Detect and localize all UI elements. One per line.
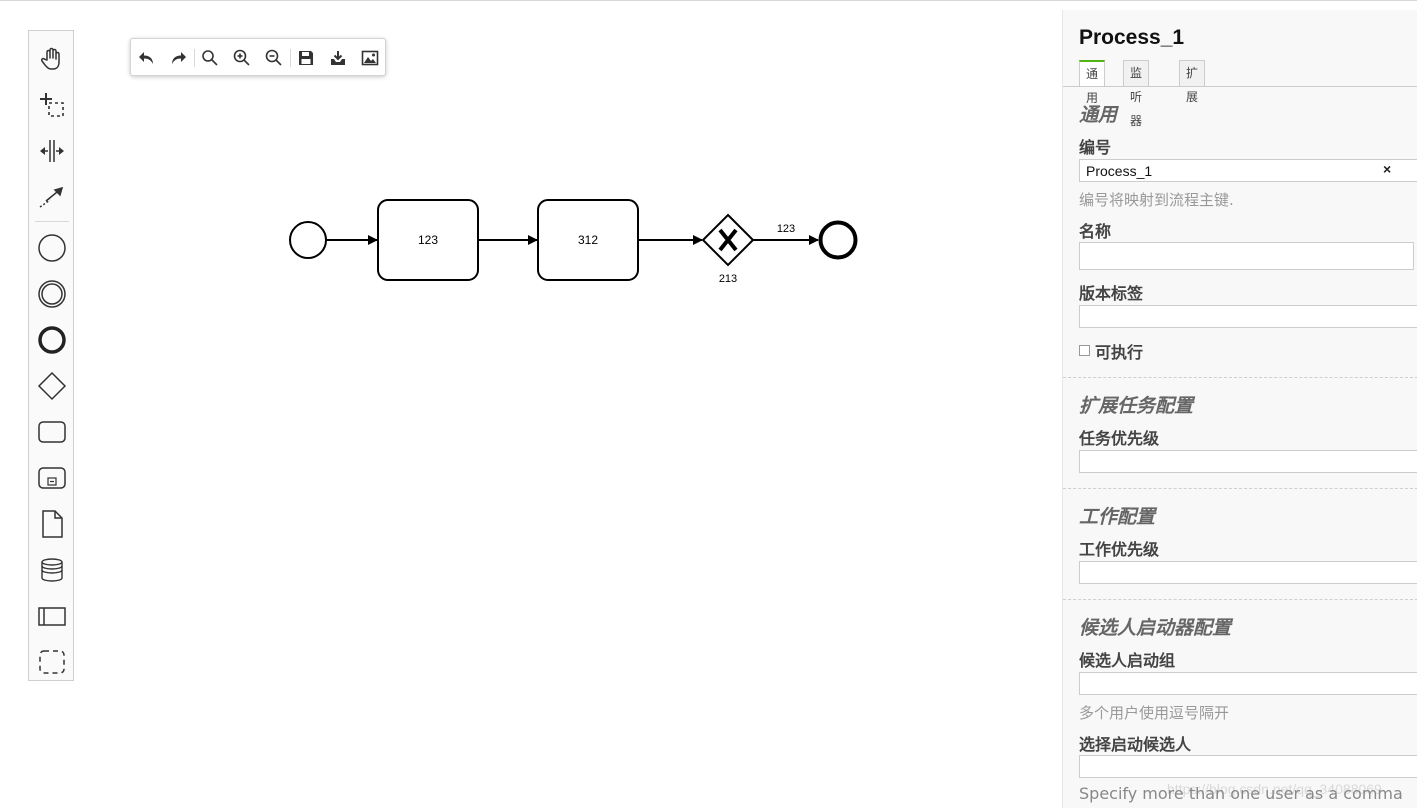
executable-label: 可执行 bbox=[1095, 343, 1144, 362]
id-hint: 编号将映射到流程主键. bbox=[1079, 191, 1234, 209]
intermediate-event-tool[interactable] bbox=[29, 274, 75, 314]
clear-id-button[interactable]: × bbox=[1383, 161, 1391, 177]
circle-icon bbox=[38, 234, 66, 262]
gateway-tool[interactable] bbox=[29, 366, 75, 406]
toolbar-separator bbox=[290, 49, 291, 67]
flow-label: 123 bbox=[777, 223, 795, 235]
start-event-tool[interactable] bbox=[29, 228, 75, 268]
image-icon bbox=[361, 50, 379, 66]
search-icon bbox=[202, 50, 218, 66]
lasso-tool-button[interactable] bbox=[29, 85, 75, 125]
save-icon bbox=[299, 51, 313, 65]
hand-icon bbox=[40, 47, 60, 70]
bpmn-canvas[interactable]: 123 312 213 123 bbox=[80, 80, 1060, 780]
dashed-rect-icon bbox=[39, 650, 65, 674]
job-priority-input[interactable] bbox=[1079, 561, 1417, 584]
toolbar-separator bbox=[194, 49, 195, 67]
candidate-users-input[interactable] bbox=[1079, 755, 1417, 778]
group-title-general: 通用 bbox=[1079, 104, 1118, 126]
subprocess-tool[interactable] bbox=[29, 458, 75, 498]
download-button[interactable] bbox=[327, 47, 349, 69]
group-divider bbox=[1063, 599, 1417, 600]
double-circle-icon bbox=[38, 280, 66, 308]
document-icon bbox=[42, 510, 63, 538]
task-2-label: 312 bbox=[578, 233, 598, 247]
group-title-job: 工作配置 bbox=[1079, 506, 1156, 528]
zoom-out-icon bbox=[265, 49, 282, 66]
top-divider bbox=[0, 0, 1417, 1]
task-priority-input[interactable] bbox=[1079, 450, 1417, 473]
version-tag-input[interactable] bbox=[1079, 305, 1417, 328]
tab-listeners[interactable]: 监听器 bbox=[1123, 60, 1150, 128]
end-event-tool[interactable] bbox=[29, 320, 75, 360]
save-button[interactable] bbox=[295, 47, 317, 69]
tool-palette bbox=[28, 30, 74, 681]
rounded-rect-icon bbox=[38, 421, 66, 443]
group-divider bbox=[1063, 488, 1417, 489]
space-tool-button[interactable] bbox=[29, 131, 75, 171]
group-title-external-task: 扩展任务配置 bbox=[1079, 395, 1194, 417]
version-tag-label: 版本标签 bbox=[1079, 284, 1144, 303]
tab-general[interactable]: 通用 bbox=[1079, 60, 1106, 105]
name-textarea[interactable] bbox=[1079, 242, 1414, 270]
name-label: 名称 bbox=[1079, 222, 1112, 241]
palette-separator bbox=[35, 221, 69, 222]
candidate-users-hint: Specify more than one user as a comma bbox=[1079, 784, 1403, 803]
search-button[interactable] bbox=[199, 47, 221, 69]
candidate-groups-label: 候选人启动组 bbox=[1079, 651, 1176, 670]
id-label: 编号 bbox=[1079, 138, 1112, 157]
participant-tool[interactable] bbox=[29, 596, 75, 636]
connect-icon bbox=[39, 186, 64, 208]
bold-circle-icon bbox=[38, 326, 66, 354]
candidate-groups-hint: 多个用户使用逗号隔开 bbox=[1079, 704, 1230, 722]
zoom-in-icon bbox=[233, 49, 250, 66]
export-image-button[interactable] bbox=[359, 47, 381, 69]
pool-icon bbox=[38, 607, 66, 626]
end-event[interactable] bbox=[818, 220, 858, 260]
properties-panel: Process_1 通用 监听器 扩展 通用 编号 × 编号将映射到流程主键. … bbox=[1062, 10, 1417, 808]
task-1-label: 123 bbox=[418, 233, 438, 247]
executable-checkbox[interactable] bbox=[1079, 345, 1090, 356]
database-icon bbox=[41, 558, 63, 582]
start-event[interactable] bbox=[289, 221, 327, 259]
data-store-tool[interactable] bbox=[29, 550, 75, 590]
task-tool[interactable] bbox=[29, 412, 75, 452]
gateway-label: 213 bbox=[719, 273, 737, 285]
task-priority-label: 任务优先级 bbox=[1079, 429, 1160, 448]
group-title-candidate-starter: 候选人启动器配置 bbox=[1079, 617, 1232, 639]
candidate-users-label: 选择启动候选人 bbox=[1079, 735, 1192, 754]
redo-button[interactable] bbox=[167, 47, 189, 69]
lasso-icon bbox=[40, 93, 64, 117]
zoom-in-button[interactable] bbox=[231, 47, 253, 69]
global-connect-tool-button[interactable] bbox=[29, 177, 75, 217]
editor-toolbar bbox=[130, 38, 386, 76]
data-object-tool[interactable] bbox=[29, 504, 75, 544]
hand-tool-button[interactable] bbox=[29, 39, 75, 79]
redo-icon bbox=[172, 52, 186, 64]
id-input[interactable] bbox=[1079, 159, 1417, 182]
tab-extensions[interactable]: 扩展 bbox=[1179, 60, 1206, 104]
tabs-divider bbox=[1063, 86, 1417, 87]
download-icon bbox=[331, 51, 345, 65]
group-tool[interactable] bbox=[29, 642, 75, 682]
panel-title: Process_1 bbox=[1079, 26, 1185, 49]
diamond-icon bbox=[37, 371, 67, 401]
candidate-groups-input[interactable] bbox=[1079, 672, 1417, 695]
undo-button[interactable] bbox=[136, 47, 158, 69]
undo-icon bbox=[139, 52, 153, 64]
group-divider bbox=[1063, 377, 1417, 378]
job-priority-label: 工作优先级 bbox=[1079, 540, 1160, 559]
exclusive-gateway[interactable] bbox=[701, 213, 755, 267]
subprocess-icon bbox=[38, 467, 66, 489]
space-icon bbox=[40, 140, 64, 162]
zoom-out-button[interactable] bbox=[263, 47, 285, 69]
